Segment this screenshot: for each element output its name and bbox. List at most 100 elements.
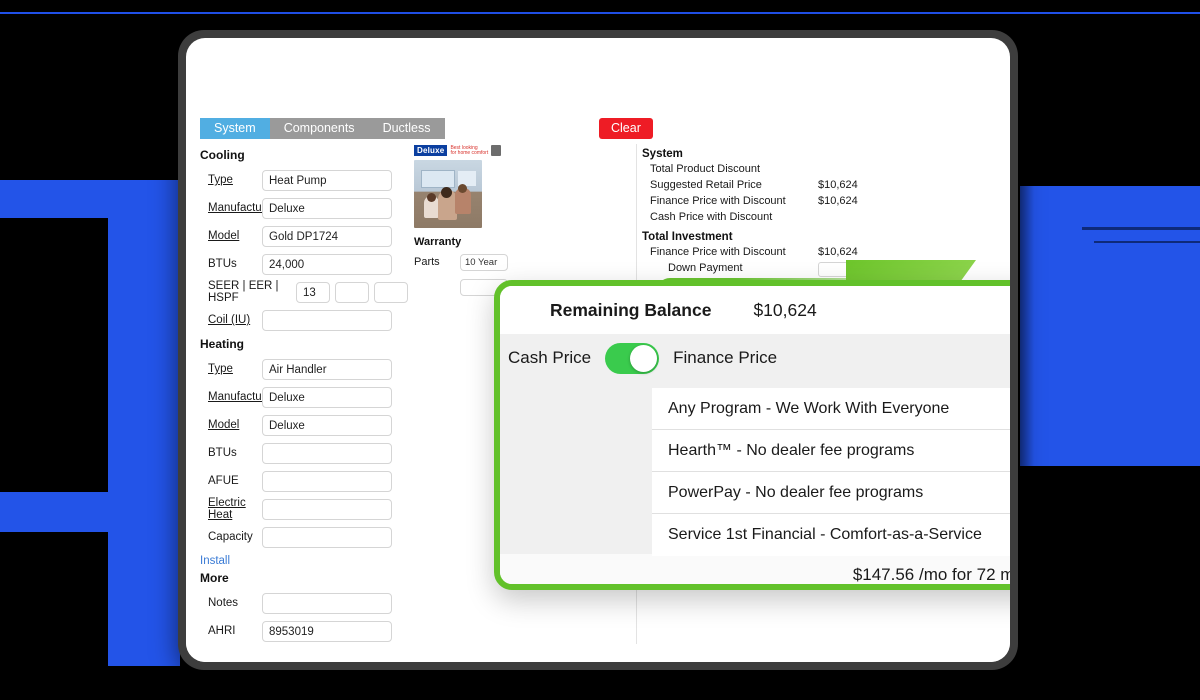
summary-value-total-finance-price: $10,624 bbox=[818, 246, 858, 258]
field-row-notes: Notes bbox=[200, 590, 620, 616]
label-heating-manufacturer: Manufacturer bbox=[208, 391, 276, 403]
label-warranty-parts: Parts bbox=[414, 256, 440, 268]
summary-label-suggested-retail-price: Suggested Retail Price bbox=[650, 179, 762, 191]
program-option-any-program-label: Any Program - We Work With Everyone bbox=[668, 399, 950, 417]
background-right-line-top bbox=[1082, 227, 1200, 230]
mockup-stage: System Components Ductless Clear Cooling… bbox=[0, 0, 1200, 700]
summary-row-cash-price-discount: Cash Price with Discount bbox=[642, 211, 1002, 227]
warranty-heading: Warranty bbox=[414, 236, 462, 248]
summary-row-total-product-discount: Total Product Discount bbox=[642, 163, 1002, 179]
modal-monthly-payment: $147.56 /mo for 72 months bbox=[500, 554, 1010, 584]
label-notes: Notes bbox=[208, 597, 239, 609]
photo-head-right bbox=[458, 184, 467, 193]
product-logo: Deluxe Best looking for home comfort bbox=[414, 144, 564, 157]
tab-system[interactable]: System bbox=[200, 118, 270, 139]
input-cooling-manufacturer[interactable]: Deluxe bbox=[262, 197, 392, 219]
input-heating-model[interactable]: Deluxe bbox=[262, 414, 392, 436]
tab-bar: System Components Ductless bbox=[200, 118, 445, 139]
logo-tagline: Best looking for home comfort bbox=[450, 145, 489, 156]
label-seer-eer-hspf: SEER | EER | HSPF bbox=[208, 280, 279, 304]
logo-tagline-line2: for home comfort bbox=[450, 149, 489, 156]
program-option-any-program[interactable]: Any Program - We Work With Everyone ✓ bbox=[652, 388, 1010, 430]
summary-label-cash-price-discount: Cash Price with Discount bbox=[650, 211, 773, 223]
modal-body: Any Program - We Work With Everyone ✓ He… bbox=[500, 382, 1010, 556]
summary-row-finance-price-discount: Finance Price with Discount $10,624 bbox=[642, 195, 1002, 211]
input-cooling-btus[interactable]: 24,000 bbox=[262, 253, 392, 275]
warranty-row-parts: Parts 10 Year bbox=[414, 251, 564, 273]
program-option-service-1st-label: Service 1st Financial - Comfort-as-a-Ser… bbox=[668, 526, 982, 543]
tablet-device-frame: System Components Ductless Clear Cooling… bbox=[178, 30, 1018, 670]
label-cooling-manufacturer: Manufacturer bbox=[208, 202, 276, 214]
label-afue: AFUE bbox=[208, 475, 239, 487]
label-electric-heat: Electric Heat bbox=[208, 497, 246, 521]
logo-mark-icon bbox=[491, 145, 502, 156]
input-ahri[interactable]: 8953019 bbox=[262, 620, 392, 642]
modal-header: Remaining Balance $10,624 bbox=[500, 286, 1010, 334]
photo-head-center bbox=[441, 187, 452, 198]
label-heating-model: Model bbox=[208, 419, 240, 431]
financing-program-list: Any Program - We Work With Everyone ✓ He… bbox=[652, 388, 1010, 556]
input-capacity[interactable] bbox=[262, 526, 392, 548]
photo-window-left bbox=[421, 170, 455, 188]
tab-components[interactable]: Components bbox=[269, 118, 369, 139]
pricing-summary-panel: System Total Product Discount Suggested … bbox=[642, 144, 1002, 278]
field-row-ahri: AHRI 8953019 bbox=[200, 618, 620, 644]
financing-modal: Remaining Balance $10,624 Cash Price Fin… bbox=[494, 280, 1010, 590]
program-option-powerpay[interactable]: PowerPay - No dealer fee programs bbox=[652, 472, 1010, 514]
label-heating-btus: BTUs bbox=[208, 447, 237, 459]
input-cooling-model[interactable]: Gold DP1724 bbox=[262, 225, 392, 247]
program-option-hearth[interactable]: Hearth™ - No dealer fee programs bbox=[652, 430, 1010, 472]
program-option-hearth-label: Hearth™ - No dealer fee programs bbox=[668, 441, 915, 459]
input-warranty-parts[interactable]: 10 Year bbox=[460, 253, 508, 271]
clear-button[interactable]: Clear bbox=[599, 118, 653, 139]
input-coil-iu[interactable] bbox=[262, 309, 392, 331]
label-capacity: Capacity bbox=[208, 531, 253, 543]
summary-system-heading: System bbox=[642, 148, 683, 160]
summary-value-total-product-discount bbox=[818, 163, 888, 179]
label-ahri: AHRI bbox=[208, 625, 236, 637]
input-electric-heat[interactable] bbox=[262, 498, 392, 520]
label-cooling-model: Model bbox=[208, 230, 240, 242]
product-preview-column: Deluxe Best looking for home comfort War… bbox=[414, 144, 564, 298]
label-heating-type: Type bbox=[208, 363, 233, 375]
background-right-line-bottom bbox=[1094, 241, 1200, 243]
input-notes[interactable] bbox=[262, 592, 392, 614]
finance-price-label: Finance Price bbox=[673, 348, 778, 367]
summary-row-total-finance-price: Finance Price with Discount $10,624 bbox=[642, 246, 1002, 262]
input-eer[interactable] bbox=[335, 281, 369, 303]
input-heating-type[interactable]: Air Handler bbox=[262, 358, 392, 380]
background-left-stem bbox=[108, 206, 180, 666]
summary-row-suggested-retail-price: Suggested Retail Price $10,624 bbox=[642, 179, 1002, 195]
photo-head-left bbox=[427, 193, 436, 202]
input-afue[interactable] bbox=[262, 470, 392, 492]
input-hspf[interactable] bbox=[374, 281, 408, 303]
summary-value-cash-price-discount bbox=[818, 211, 888, 227]
tab-ductless[interactable]: Ductless bbox=[368, 118, 445, 139]
toggle-knob bbox=[630, 344, 658, 372]
background-right-block-shade bbox=[1020, 186, 1034, 466]
program-option-service-1st[interactable]: Service 1st Financial - Comfort-as-a-Ser… bbox=[652, 514, 1010, 556]
summary-value-finance-price-discount: $10,624 bbox=[818, 195, 858, 207]
price-mode-toggle[interactable] bbox=[605, 342, 660, 374]
price-mode-toggle-row: Cash Price Finance Price bbox=[500, 334, 1010, 382]
input-cooling-type[interactable]: Heat Pump bbox=[262, 169, 392, 191]
input-heating-btus[interactable] bbox=[262, 442, 392, 464]
label-cooling-type: Type bbox=[208, 174, 233, 186]
tablet-screen: System Components Ductless Clear Cooling… bbox=[186, 38, 1010, 662]
summary-label-total-finance-price: Finance Price with Discount bbox=[650, 246, 786, 258]
product-photo bbox=[414, 160, 482, 228]
summary-label-finance-price-discount: Finance Price with Discount bbox=[650, 195, 786, 207]
summary-total-investment-heading: Total Investment bbox=[642, 231, 733, 243]
modal-remaining-balance-amount: $10,624 bbox=[753, 299, 817, 320]
input-seer[interactable]: 13 bbox=[296, 281, 330, 303]
summary-label-total-product-discount: Total Product Discount bbox=[650, 163, 761, 175]
logo-brand-badge: Deluxe bbox=[414, 145, 448, 156]
input-heating-manufacturer[interactable]: Deluxe bbox=[262, 386, 392, 408]
background-hairline bbox=[0, 12, 1200, 14]
modal-title: Remaining Balance bbox=[550, 299, 712, 320]
summary-value-suggested-retail-price: $10,624 bbox=[818, 179, 858, 191]
label-coil-iu: Coil (IU) bbox=[208, 314, 251, 326]
label-cooling-btus: BTUs bbox=[208, 258, 237, 270]
summary-label-down-payment: Down Payment bbox=[668, 262, 743, 274]
cash-price-label: Cash Price bbox=[508, 348, 592, 367]
